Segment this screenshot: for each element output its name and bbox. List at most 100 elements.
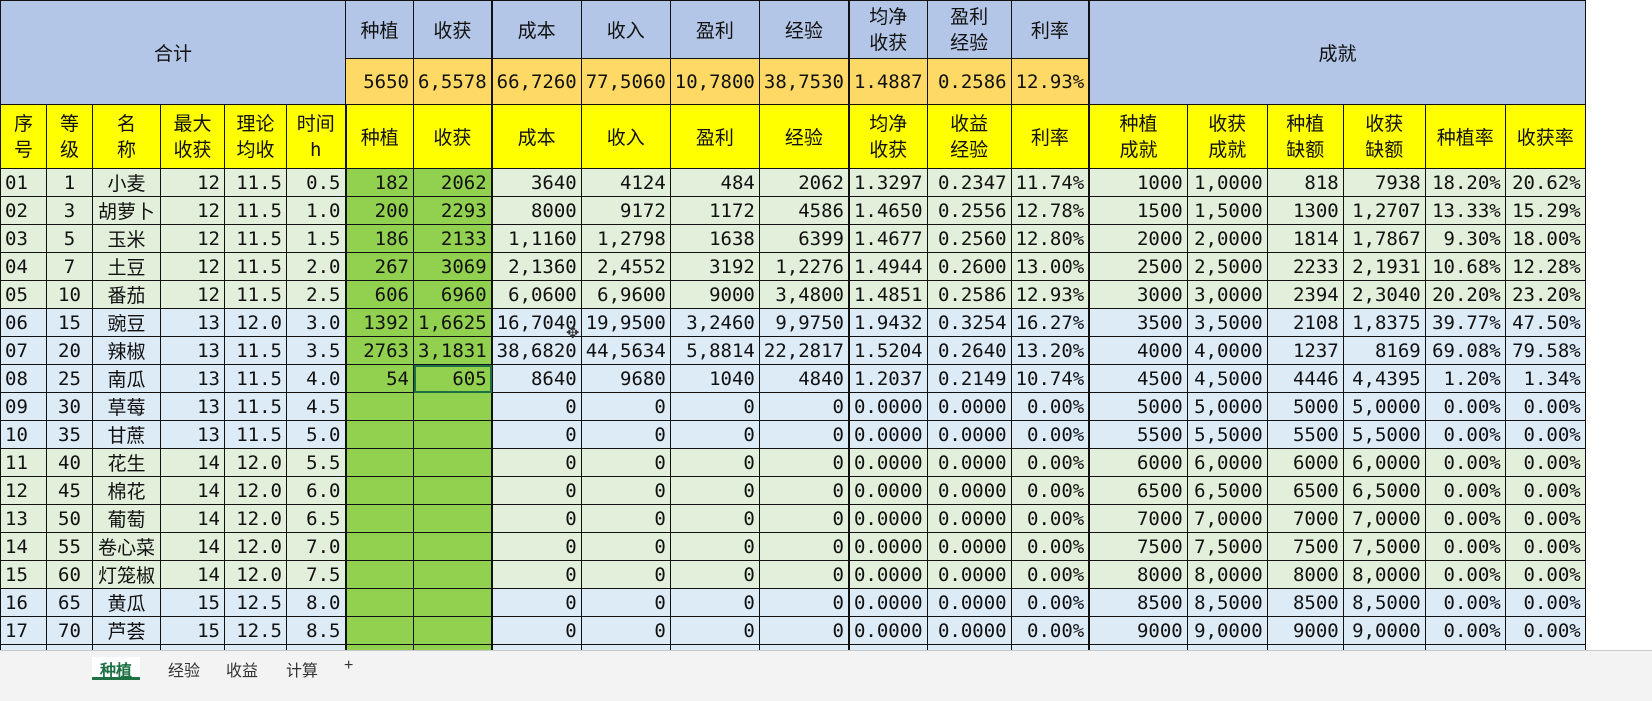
table-cell[interactable]: 54 bbox=[344, 364, 414, 393]
table-cell[interactable]: 6.5 bbox=[286, 504, 346, 533]
table-cell[interactable] bbox=[344, 420, 414, 449]
table-cell[interactable]: 0.0000 bbox=[926, 588, 1012, 617]
table-cell[interactable]: 0 bbox=[580, 560, 671, 589]
table-cell[interactable]: 胡萝卜 bbox=[92, 196, 161, 225]
summary-value[interactable]: 1.4887 bbox=[847, 58, 928, 105]
table-cell[interactable]: 13.20% bbox=[1010, 336, 1090, 365]
column-header[interactable]: 收获率 bbox=[1504, 104, 1586, 169]
table-cell[interactable]: 0.00% bbox=[1010, 616, 1090, 645]
table-cell[interactable]: 13 bbox=[160, 392, 225, 421]
table-cell[interactable]: 45 bbox=[46, 476, 93, 505]
column-header[interactable]: 种植 bbox=[344, 104, 414, 169]
table-cell[interactable]: 0.0000 bbox=[926, 392, 1012, 421]
table-cell[interactable]: 6000 bbox=[1266, 448, 1344, 477]
table-cell[interactable]: 2394 bbox=[1266, 280, 1344, 309]
table-cell[interactable]: 2000 bbox=[1088, 224, 1188, 253]
table-cell[interactable]: 7500 bbox=[1088, 532, 1188, 561]
table-cell[interactable]: 8,0000 bbox=[1342, 560, 1426, 589]
table-cell[interactable]: 0.00% bbox=[1010, 448, 1090, 477]
table-cell[interactable]: 0.00% bbox=[1504, 504, 1586, 533]
table-cell[interactable] bbox=[344, 392, 414, 421]
table-cell[interactable]: 1.20% bbox=[1424, 364, 1506, 393]
table-cell[interactable]: 0.00% bbox=[1424, 392, 1506, 421]
table-cell[interactable]: 5,0000 bbox=[1186, 392, 1268, 421]
table-cell[interactable]: 70 bbox=[46, 616, 93, 645]
table-cell[interactable]: 2108 bbox=[1266, 308, 1344, 337]
table-cell[interactable]: 1040 bbox=[669, 364, 760, 393]
table-cell[interactable]: 15.29% bbox=[1504, 196, 1586, 225]
column-header[interactable]: 时间 h bbox=[286, 104, 346, 169]
table-cell[interactable]: 12.28% bbox=[1504, 252, 1586, 281]
table-cell[interactable]: 6500 bbox=[1088, 476, 1188, 505]
table-cell[interactable] bbox=[412, 392, 493, 421]
table-cell[interactable]: 7,5000 bbox=[1342, 532, 1426, 561]
table-cell[interactable]: 14 bbox=[0, 532, 47, 561]
table-cell[interactable]: 25 bbox=[46, 364, 93, 393]
table-cell[interactable]: 0.00% bbox=[1504, 616, 1586, 645]
table-cell[interactable]: 3.0 bbox=[286, 308, 346, 337]
table-cell[interactable]: 0 bbox=[490, 560, 582, 589]
table-cell[interactable]: 11.5 bbox=[224, 364, 287, 393]
table-cell[interactable]: 0.00% bbox=[1010, 392, 1090, 421]
table-cell[interactable]: 8,0000 bbox=[1186, 560, 1268, 589]
table-cell[interactable]: 0 bbox=[758, 560, 850, 589]
table-cell[interactable]: 07 bbox=[0, 336, 47, 365]
table-cell[interactable]: 20.62% bbox=[1504, 168, 1586, 197]
table-cell[interactable]: 4.5 bbox=[286, 392, 346, 421]
spreadsheet-grid[interactable]: 合计 种植 收获 成本 收入 盈利 经验 均净 收获 盈利 经验 利率 成就 5650 6,5578 66,7… bbox=[0, 0, 1586, 673]
table-cell[interactable]: 番茄 bbox=[92, 280, 161, 309]
table-cell[interactable]: 1,5000 bbox=[1186, 196, 1268, 225]
table-cell[interactable]: 11.5 bbox=[224, 336, 287, 365]
table-cell[interactable]: 0.00% bbox=[1504, 392, 1586, 421]
table-cell[interactable]: 12.0 bbox=[224, 308, 287, 337]
summary-value[interactable]: 12.93% bbox=[1010, 58, 1090, 105]
table-cell[interactable]: 15 bbox=[46, 308, 93, 337]
table-cell[interactable]: 5,0000 bbox=[1342, 392, 1426, 421]
table-cell[interactable]: 4840 bbox=[758, 364, 850, 393]
table-cell[interactable]: 4586 bbox=[758, 196, 850, 225]
sheet-tab[interactable]: 计算 bbox=[278, 657, 326, 680]
table-cell[interactable]: 8640 bbox=[490, 364, 582, 393]
column-header[interactable]: 种植率 bbox=[1424, 104, 1506, 169]
table-cell[interactable]: 8000 bbox=[1266, 560, 1344, 589]
table-cell[interactable]: 0 bbox=[490, 420, 582, 449]
table-cell[interactable]: 0 bbox=[669, 616, 760, 645]
table-cell[interactable]: 6,9600 bbox=[580, 280, 671, 309]
table-cell[interactable]: 0 bbox=[490, 532, 582, 561]
table-cell[interactable]: 11.5 bbox=[224, 252, 287, 281]
table-cell[interactable]: 0 bbox=[669, 420, 760, 449]
table-cell[interactable]: 1.5204 bbox=[847, 336, 928, 365]
table-cell[interactable]: 0 bbox=[580, 420, 671, 449]
column-header[interactable]: 最大 收获 bbox=[160, 104, 225, 169]
table-cell[interactable]: 8.0 bbox=[286, 588, 346, 617]
table-cell[interactable]: 20 bbox=[46, 336, 93, 365]
table-cell[interactable]: 2.5 bbox=[286, 280, 346, 309]
table-cell[interactable]: 0 bbox=[490, 616, 582, 645]
table-cell[interactable]: 2763 bbox=[344, 336, 414, 365]
table-cell[interactable]: 棉花 bbox=[92, 476, 161, 505]
table-cell[interactable]: 2,4552 bbox=[580, 252, 671, 281]
table-cell[interactable]: 1,8375 bbox=[1342, 308, 1426, 337]
table-cell[interactable]: 12 bbox=[0, 476, 47, 505]
table-cell[interactable]: 9,9750 bbox=[758, 308, 850, 337]
table-cell[interactable]: 葡萄 bbox=[92, 504, 161, 533]
table-cell[interactable]: 0.00% bbox=[1010, 560, 1090, 589]
table-cell[interactable]: 2,1931 bbox=[1342, 252, 1426, 281]
table-cell[interactable]: 1,2707 bbox=[1342, 196, 1426, 225]
table-cell[interactable]: 1.4851 bbox=[847, 280, 928, 309]
table-cell[interactable]: 18.20% bbox=[1424, 168, 1506, 197]
table-cell[interactable]: 3,5000 bbox=[1186, 308, 1268, 337]
table-cell[interactable]: 10.74% bbox=[1010, 364, 1090, 393]
table-cell[interactable]: 06 bbox=[0, 308, 47, 337]
table-cell[interactable]: 9.30% bbox=[1424, 224, 1506, 253]
table-cell[interactable]: 20.20% bbox=[1424, 280, 1506, 309]
table-cell[interactable]: 3,4800 bbox=[758, 280, 850, 309]
table-cell[interactable]: 40 bbox=[46, 448, 93, 477]
table-cell[interactable]: 5,5000 bbox=[1186, 420, 1268, 449]
table-cell[interactable]: 0.00% bbox=[1504, 420, 1586, 449]
table-cell[interactable]: 黄瓜 bbox=[92, 588, 161, 617]
table-cell[interactable]: 0.0000 bbox=[926, 616, 1012, 645]
table-cell[interactable]: 2,0000 bbox=[1186, 224, 1268, 253]
table-cell[interactable]: 12.0 bbox=[224, 504, 287, 533]
table-cell[interactable]: 11 bbox=[0, 448, 47, 477]
